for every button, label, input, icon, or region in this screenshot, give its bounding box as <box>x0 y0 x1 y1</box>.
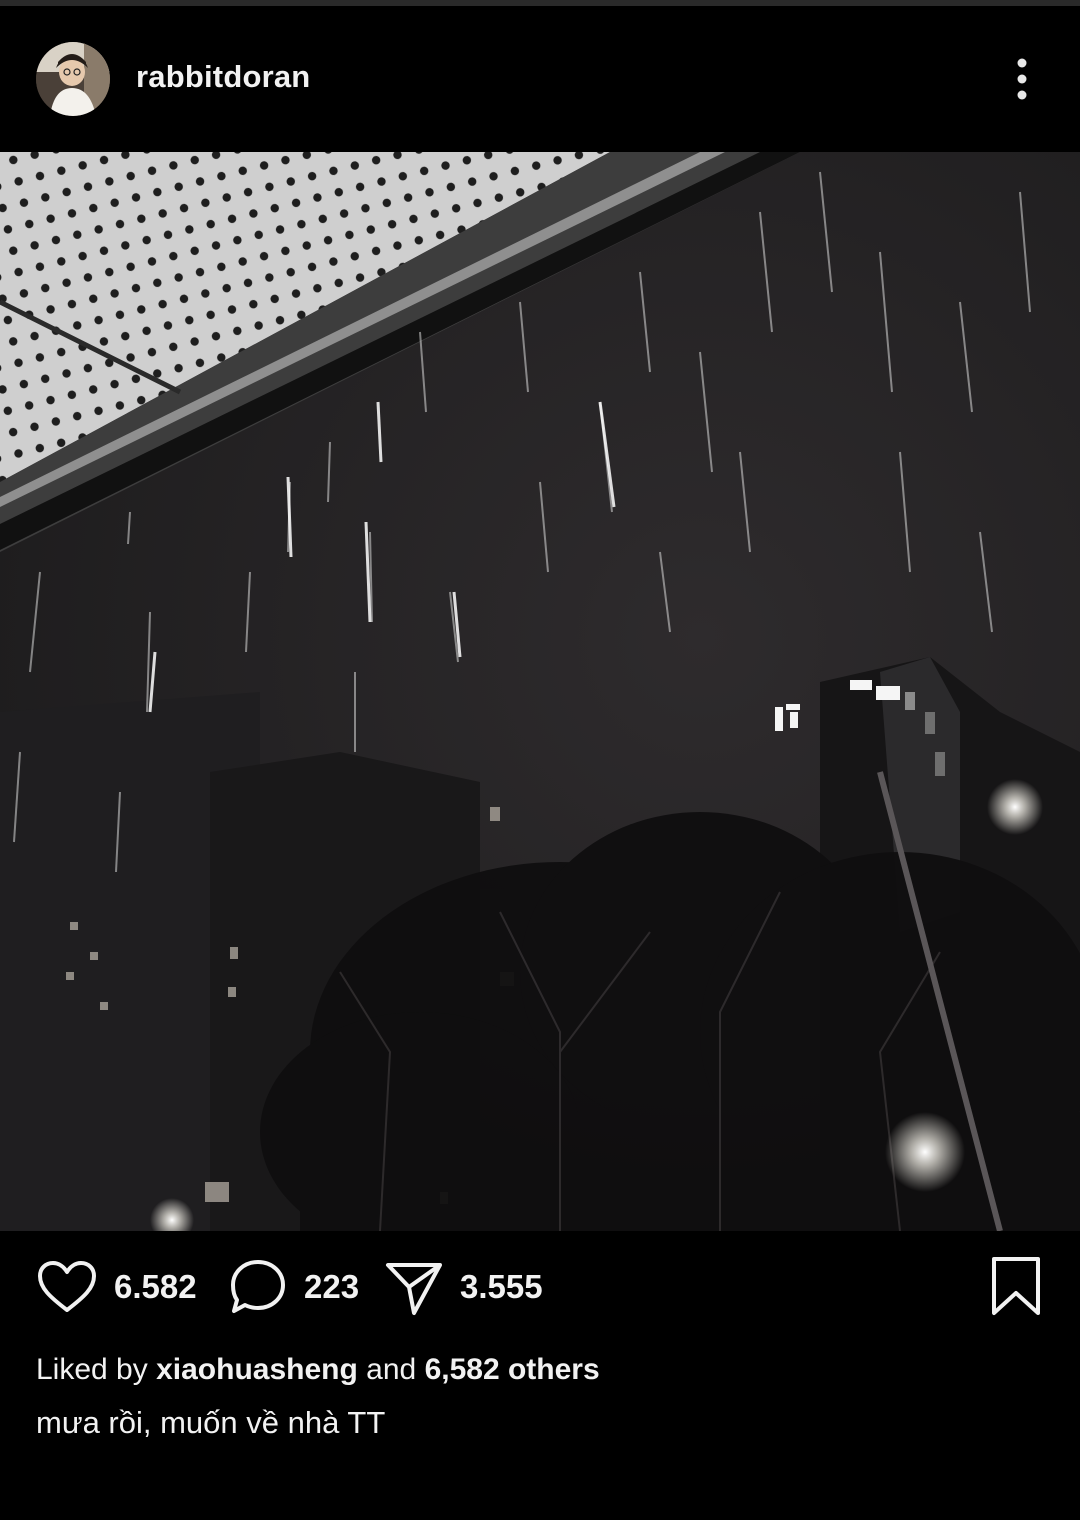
bookmark-icon <box>992 1257 1040 1315</box>
comments-count: 223 <box>304 1268 360 1305</box>
more-options-button[interactable] <box>1002 54 1042 104</box>
heart-icon <box>38 1261 96 1312</box>
share-button[interactable]: 3.555 <box>384 1257 543 1317</box>
username[interactable]: rabbitdoran <box>136 59 310 95</box>
likes-count: 6.582 <box>114 1268 197 1305</box>
like-button[interactable]: 6.582 <box>36 1257 197 1317</box>
send-icon <box>386 1263 442 1315</box>
more-vertical-icon <box>1017 58 1027 100</box>
avatar[interactable] <box>36 42 110 116</box>
comment-icon <box>231 1260 285 1313</box>
shares-count: 3.555 <box>460 1268 543 1305</box>
liked-by-others[interactable]: 6,582 others <box>425 1353 600 1386</box>
liked-by-user[interactable]: xiaohuasheng <box>156 1353 358 1386</box>
liked-by-text: Liked by xiaohuasheng and 6,582 others <box>36 1353 600 1387</box>
avatar-image <box>36 42 110 116</box>
post-caption: mưa rồi, muốn về nhà TT <box>36 1405 386 1440</box>
save-button[interactable] <box>988 1255 1044 1317</box>
comment-button[interactable]: 223 <box>228 1257 359 1317</box>
post-header: rabbitdoran <box>0 6 1080 152</box>
liked-by-prefix: Liked by <box>36 1353 148 1386</box>
post-actions-bar: 6.582 223 3.555 <box>0 1231 1080 1341</box>
liked-by-conjunction: and <box>366 1353 417 1386</box>
post-photo[interactable] <box>0 152 1080 1231</box>
rain-night-image <box>0 152 1080 1231</box>
